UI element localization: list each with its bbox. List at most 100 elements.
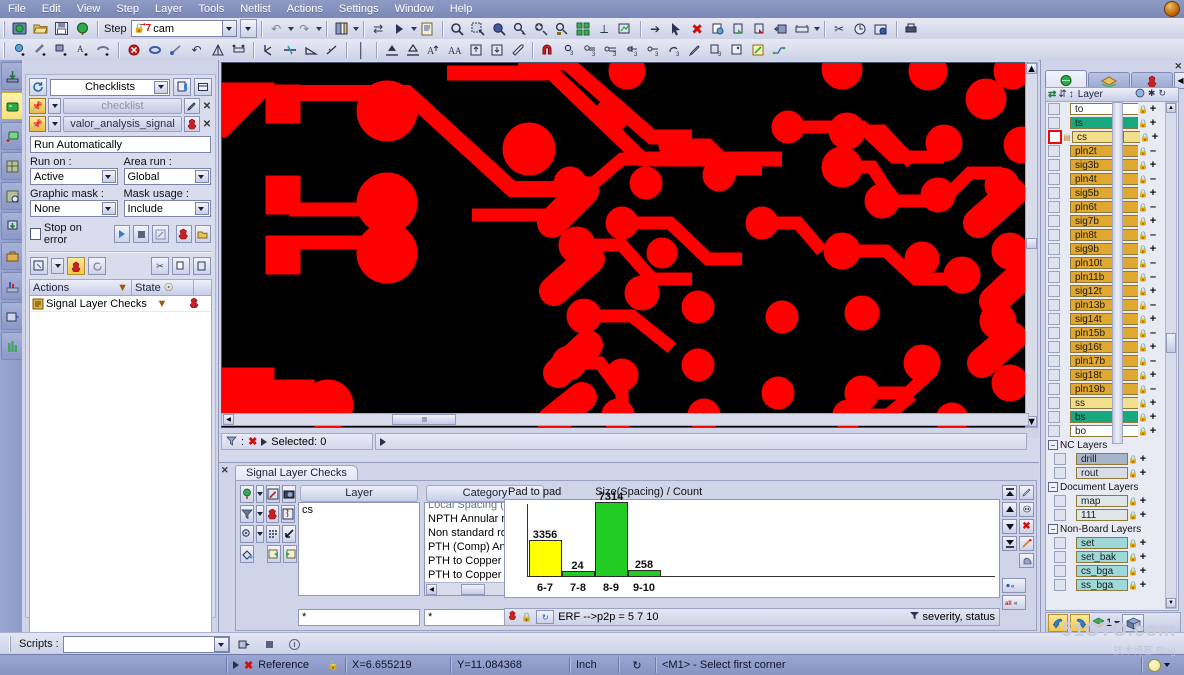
slant-icon[interactable] xyxy=(321,39,342,60)
layer-polarity[interactable]: – xyxy=(1148,327,1158,339)
layer-column-filter[interactable]: * xyxy=(298,609,420,626)
package-icon[interactable] xyxy=(72,18,93,39)
select-arrow-icon[interactable]: ➔ xyxy=(645,18,666,39)
menu-item-step[interactable]: Step xyxy=(108,2,147,16)
layer-column-header[interactable]: Layer xyxy=(300,485,418,502)
layer-row-drill[interactable]: drill 🔒 + xyxy=(1046,452,1166,466)
layer-checkbox[interactable] xyxy=(1054,565,1066,577)
layer-pair-dropdown-icon[interactable] xyxy=(352,26,359,31)
lock-icon[interactable]: 🔒 xyxy=(1138,175,1148,184)
refresh-icon[interactable]: ↻ xyxy=(618,657,655,673)
layer-row-sig18t[interactable]: sig18t 🔒 + xyxy=(1046,368,1166,382)
step-down-icon[interactable] xyxy=(486,39,507,60)
pad-pair-icon[interactable]: 3 xyxy=(642,39,663,60)
pin-icon[interactable]: 📌 xyxy=(29,98,46,114)
measure-icon[interactable]: ⟂ xyxy=(594,18,615,39)
layer-checkbox[interactable] xyxy=(1048,215,1060,227)
lock-icon[interactable]: 🔒 xyxy=(1138,119,1148,128)
layer-row-sig3b[interactable]: sig3b 🔒 + xyxy=(1046,158,1166,172)
command-arrow-icon[interactable] xyxy=(380,437,386,446)
lock-icon[interactable]: 🔒 xyxy=(1128,539,1138,548)
layer-checkbox[interactable] xyxy=(1054,551,1066,563)
collapse-icon[interactable]: − xyxy=(1048,482,1058,492)
filter-funnel-icon[interactable]: ▼ xyxy=(117,282,128,294)
expand-arrow-icon[interactable] xyxy=(261,437,268,446)
layer-polarity[interactable]: + xyxy=(1148,117,1158,129)
arc-add-icon[interactable] xyxy=(93,39,114,60)
filter-funnel-icon[interactable]: ▼ xyxy=(147,298,177,310)
valor-red-icon[interactable] xyxy=(266,505,279,523)
layer-row-cs_bga[interactable]: cs_bga 🔒 + xyxy=(1046,564,1166,578)
lock-icon[interactable]: 🔒 xyxy=(1138,161,1148,170)
pad-add-icon[interactable] xyxy=(9,39,30,60)
text-up-icon[interactable]: A xyxy=(423,39,444,60)
layer-order-slider[interactable] xyxy=(1112,102,1123,444)
lock-icon[interactable]: 🔒 xyxy=(1128,469,1138,478)
lock-icon[interactable]: 🔒 xyxy=(1138,413,1148,422)
last-icon[interactable] xyxy=(1002,536,1017,551)
layer-name[interactable]: ss_bga xyxy=(1076,579,1128,591)
layer-checkbox[interactable] xyxy=(1054,453,1066,465)
text-font-icon[interactable]: AA xyxy=(444,39,465,60)
layer-checkbox[interactable] xyxy=(1048,187,1060,199)
compare-icon[interactable] xyxy=(615,18,636,39)
stop-on-error-checkbox[interactable] xyxy=(30,228,41,240)
layer-polarity[interactable]: + xyxy=(1148,243,1158,255)
move-icon[interactable] xyxy=(771,18,792,39)
wand-icon[interactable] xyxy=(1019,536,1034,551)
next-layer-icon[interactable] xyxy=(1070,614,1090,632)
report-out-icon[interactable] xyxy=(267,545,281,563)
layer-row-pln19b[interactable]: pln19b 🔒 – xyxy=(1046,382,1166,396)
chevron-down-icon[interactable] xyxy=(1114,621,1121,625)
layer-checkbox[interactable] xyxy=(1048,397,1060,409)
reference-x-icon[interactable]: ✖ xyxy=(244,659,253,672)
layer-pair-icon[interactable] xyxy=(331,18,352,39)
chevron-down-icon[interactable] xyxy=(213,636,229,652)
dots-icon[interactable] xyxy=(266,525,280,543)
checklist-select[interactable]: Checklists xyxy=(50,78,170,96)
layer-row-pln11b[interactable]: pln11b 🔒 – xyxy=(1046,270,1166,284)
pencil-icon[interactable] xyxy=(1019,485,1034,500)
cut-icon[interactable]: ✂ xyxy=(151,257,169,275)
layer-polarity[interactable]: + xyxy=(1138,509,1148,521)
scan-icon[interactable] xyxy=(240,525,254,543)
play-icon[interactable] xyxy=(233,661,239,669)
run-icon[interactable] xyxy=(113,225,131,243)
delete-x-icon[interactable]: ✖ xyxy=(687,18,708,39)
select-filter-icon[interactable] xyxy=(30,257,48,275)
zoom-select-icon[interactable] xyxy=(468,18,489,39)
lock-icon[interactable]: 🔒 xyxy=(328,660,339,671)
vertical-icon[interactable]: │ xyxy=(351,39,372,60)
layer-polarity[interactable]: – xyxy=(1148,271,1158,283)
area-run-select[interactable]: Global xyxy=(123,168,211,185)
play-dropdown-icon[interactable] xyxy=(410,26,417,31)
run-mode-select[interactable]: Run Automatically xyxy=(30,136,211,153)
text-add-icon[interactable]: A xyxy=(72,39,93,60)
contour-icon[interactable] xyxy=(381,39,402,60)
layer-polarity[interactable]: – xyxy=(1148,383,1158,395)
lock-icon[interactable]: 🔒 xyxy=(1128,455,1138,464)
frame-icon[interactable]: 3 xyxy=(705,39,726,60)
checklist-tab-1[interactable]: 📌 checklist ✕ xyxy=(26,96,215,114)
layer-row-to[interactable]: to 🔒 + xyxy=(1046,102,1166,116)
layer-polarity[interactable]: + xyxy=(1148,341,1158,353)
layer-polarity[interactable]: – xyxy=(1148,229,1158,241)
layer-row-ss[interactable]: ss 🔒 + xyxy=(1046,396,1166,410)
zoom-home-icon[interactable] xyxy=(552,18,573,39)
pen-edit-icon[interactable] xyxy=(266,485,280,503)
lock-icon[interactable]: 🔒 xyxy=(1138,147,1148,156)
panel-grid2-icon[interactable] xyxy=(1,182,23,210)
menu-item-layer[interactable]: Layer xyxy=(147,2,191,16)
layer-polarity[interactable]: + xyxy=(1138,537,1148,549)
layer-row-111[interactable]: 111 🔒 + xyxy=(1046,508,1166,522)
lock-icon[interactable]: 🔒 xyxy=(1138,231,1148,240)
undo-icon[interactable]: ↶ xyxy=(266,18,287,39)
toolbar-grip-2[interactable] xyxy=(3,41,6,58)
layer-name[interactable]: set_bak xyxy=(1076,551,1128,563)
layer-group-header[interactable]: − Non-Board Layers xyxy=(1046,522,1166,536)
run-on-select[interactable]: Active xyxy=(30,168,118,185)
pen-icon[interactable] xyxy=(684,39,705,60)
panel-grid-icon[interactable] xyxy=(1,152,23,180)
lock-icon[interactable]: 🔒 xyxy=(1138,329,1148,338)
lock-icon[interactable]: 🔒 xyxy=(1138,371,1148,380)
